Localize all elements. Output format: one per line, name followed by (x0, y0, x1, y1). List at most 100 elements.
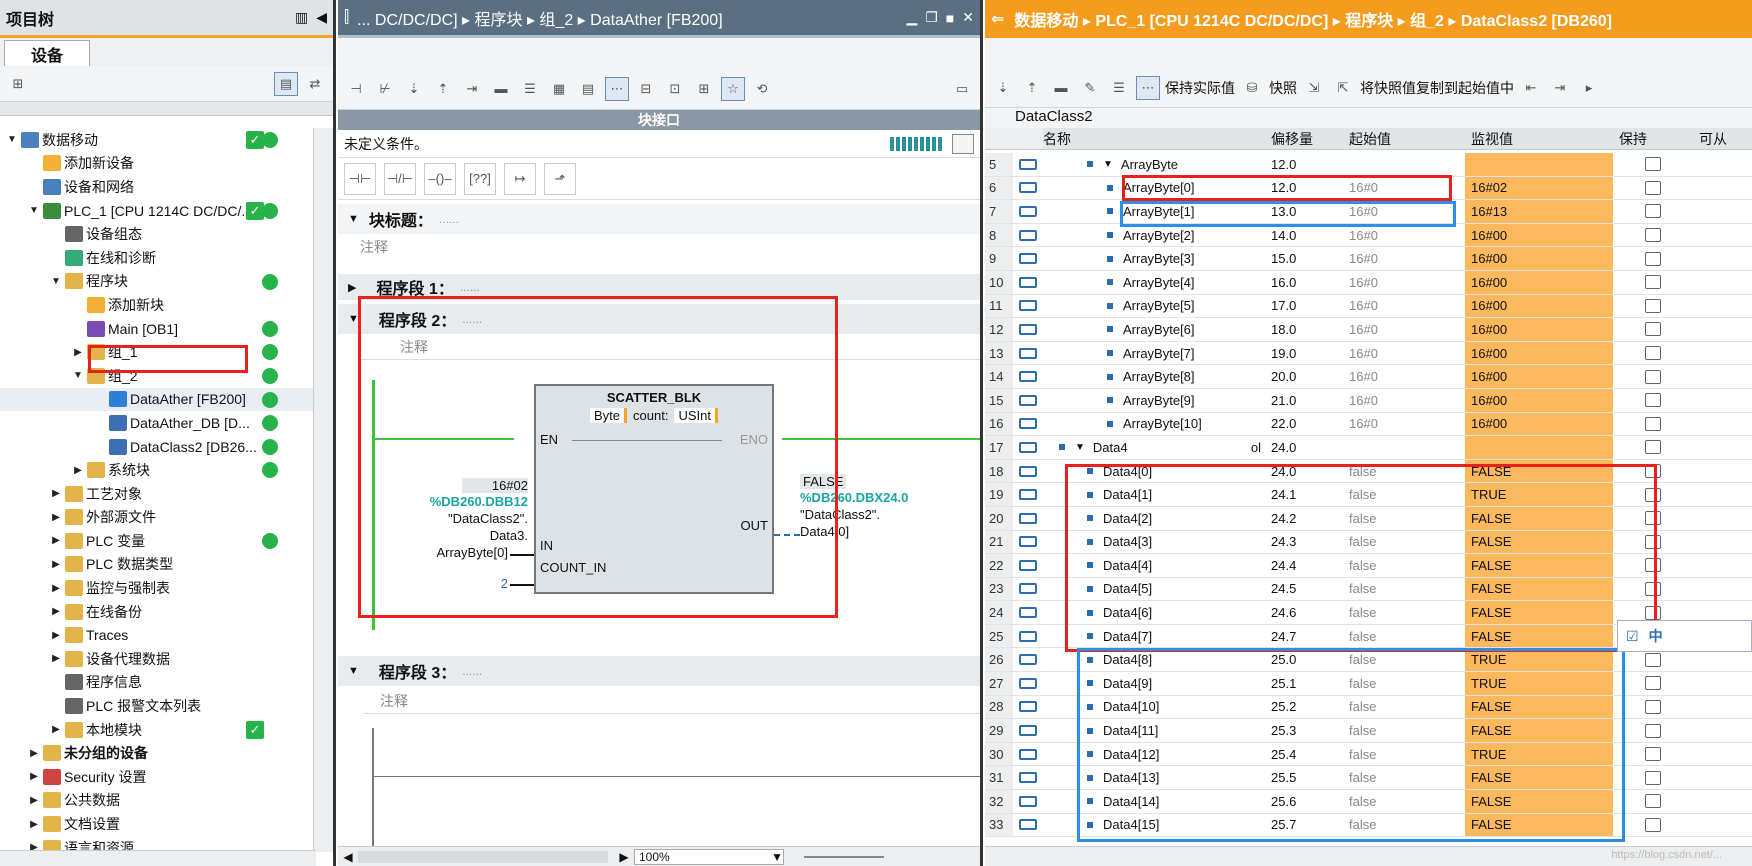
retain-checkbox[interactable] (1645, 747, 1661, 762)
db-load-icon[interactable]: ⇤ (1519, 76, 1543, 100)
tree-expander-icon[interactable]: ▶ (50, 488, 62, 499)
row-start-value[interactable]: 16#0 (1343, 322, 1465, 337)
row-retain-cell[interactable] (1613, 652, 1693, 667)
row-retain-cell[interactable] (1613, 157, 1693, 172)
tree-expander-icon[interactable]: ▶ (50, 559, 62, 570)
row-retain-cell[interactable] (1613, 204, 1693, 219)
tree-item[interactable]: 程序信息 (0, 671, 315, 695)
tree-expander-icon[interactable]: ▼ (6, 134, 18, 145)
keep-actual-button[interactable]: 保持实际值 (1165, 78, 1235, 98)
row-retain-cell[interactable] (1613, 251, 1693, 266)
db-save-icon[interactable]: ⇥ (1548, 76, 1572, 100)
db-bottom-scrollbar[interactable]: https://blog.csdn.net/... (985, 846, 1752, 866)
retain-checkbox[interactable] (1645, 699, 1661, 714)
retain-checkbox[interactable] (1645, 770, 1661, 785)
col-retain[interactable]: 保持 (1613, 129, 1693, 149)
tree-expander-icon[interactable]: ▶ (50, 630, 62, 641)
row-retain-cell[interactable] (1613, 416, 1693, 431)
tree-item[interactable]: ▶ 在线备份 (0, 600, 315, 624)
tree-item[interactable]: ▶ 设备代理数据 (0, 647, 315, 671)
row-start-value[interactable]: 16#0 (1343, 393, 1465, 408)
toolbar-open-icon[interactable]: ⇥ (460, 77, 484, 101)
toolbar-collapse-icon[interactable]: ⊡ (663, 77, 687, 101)
breakpoint-icon[interactable] (952, 134, 974, 154)
tree-item[interactable]: 添加新块 (0, 293, 315, 317)
tree-item[interactable]: ▶ 工艺对象 (0, 482, 315, 506)
copy-snapshot-button[interactable]: 将快照值复制到起始值中 (1360, 78, 1514, 98)
tree-item[interactable]: ▶ 未分组的设备 (0, 741, 315, 765)
row-start-value[interactable]: 16#0 (1343, 416, 1465, 431)
toolbar-expand-icon[interactable]: ⊟ (634, 77, 658, 101)
col-access[interactable]: 可从 (1693, 129, 1743, 149)
db-table-row[interactable]: 9 ArrayByte[3] 15.0 16#0 16#00 (985, 247, 1752, 271)
tree-item[interactable]: 在线和诊断 (0, 246, 315, 270)
db-paste-icon[interactable]: ⇱ (1331, 76, 1355, 100)
tree-vertical-scrollbar[interactable] (313, 128, 333, 852)
row-retain-cell[interactable] (1613, 723, 1693, 738)
network-3-header[interactable]: ▼ 程序段 3： ...... (338, 656, 980, 686)
tree-item[interactable]: ▶ PLC 数据类型 (0, 553, 315, 577)
tree-item[interactable]: ▼ PLC_1 [CPU 1214C DC/DC/... ✓ (0, 199, 315, 223)
row-retain-cell[interactable] (1613, 747, 1693, 762)
db-add-row-icon[interactable]: ⇡ (1020, 76, 1044, 100)
row-retain-cell[interactable] (1613, 440, 1693, 455)
retain-checkbox[interactable] (1645, 794, 1661, 809)
toolbar-monitor-icon[interactable]: ⟲ (750, 77, 774, 101)
retain-checkbox[interactable] (1645, 322, 1661, 337)
retain-checkbox[interactable] (1645, 817, 1661, 832)
col-name[interactable]: 名称 (1043, 129, 1265, 149)
tree-expander-icon[interactable]: ▶ (50, 583, 62, 594)
db-table-row[interactable]: 10 ArrayByte[4] 16.0 16#0 16#00 (985, 270, 1752, 295)
row-name-cell[interactable]: ArrayByte[8] (1043, 365, 1265, 388)
tree-item[interactable]: Main [OB1] (0, 317, 315, 341)
tree-expander-icon[interactable]: ▶ (50, 724, 62, 735)
block-interface-bar[interactable]: 块接口 (338, 110, 980, 130)
retain-checkbox[interactable] (1645, 275, 1661, 290)
row-expander-icon[interactable]: ▼ (1103, 159, 1113, 170)
toolbar-upload-icon[interactable]: ⇡ (431, 77, 455, 101)
db-snapshot-icon[interactable]: ⛁ (1240, 76, 1264, 100)
db-table-row[interactable]: 16 ArrayByte[10] 22.0 16#0 16#00 (985, 412, 1752, 437)
row-retain-cell[interactable] (1613, 794, 1693, 809)
tree-item[interactable]: 设备组态 (0, 222, 315, 246)
toolbar-window-icon[interactable]: ▭ (950, 77, 974, 101)
pin-icon[interactable]: ⫿ (344, 9, 349, 27)
tree-item[interactable]: ▶ Security 设置 (0, 765, 315, 789)
tree-item[interactable]: ▶ 公共数据 (0, 789, 315, 813)
collapse-left-icon[interactable]: ◀ (316, 9, 327, 26)
tree-expander-icon[interactable]: ▶ (28, 819, 40, 830)
tree-expander-icon[interactable]: ▶ (28, 771, 40, 782)
tree-expander-icon[interactable]: ▶ (50, 606, 62, 617)
panel-layout-icon[interactable]: ▥ (295, 9, 308, 26)
col-offset[interactable]: 偏移量 (1265, 129, 1343, 149)
toolbar-align-icon[interactable]: ☰ (518, 77, 542, 101)
tree-item[interactable]: ▶ 外部源文件 (0, 506, 315, 530)
row-start-value[interactable]: 16#0 (1343, 369, 1465, 384)
empty-box-icon[interactable]: [??] (464, 162, 496, 195)
retain-checkbox[interactable] (1645, 369, 1661, 384)
row-retain-cell[interactable] (1613, 369, 1693, 384)
col-start[interactable]: 起始值 (1343, 129, 1465, 149)
row-retain-cell[interactable] (1613, 346, 1693, 361)
row-retain-cell[interactable] (1613, 817, 1693, 832)
row-name-cell[interactable]: ArrayByte[3] (1043, 247, 1265, 270)
row-name-cell[interactable]: ArrayByte[10] (1043, 413, 1265, 436)
row-retain-cell[interactable] (1613, 298, 1693, 313)
scroll-right-icon[interactable]: ▶ (614, 850, 634, 864)
retain-checkbox[interactable] (1645, 157, 1661, 172)
row-retain-cell[interactable] (1613, 275, 1693, 290)
normally-closed-contact-icon[interactable]: ⊣/⊢ (384, 162, 416, 195)
tree-expander-icon[interactable]: ▶ (28, 795, 40, 806)
row-name-cell[interactable]: ▼ ArrayByte (1043, 153, 1265, 176)
row-start-value[interactable]: 16#0 (1343, 298, 1465, 313)
tree-item[interactable]: 设备和网络 (0, 175, 315, 199)
db-window-icon[interactable]: ⇐ (991, 9, 1004, 29)
db-insert-row-icon[interactable]: ⇣ (991, 76, 1015, 100)
snapshot-button[interactable]: 快照 (1269, 78, 1297, 98)
toolbar-download-icon[interactable]: ⇣ (402, 77, 426, 101)
row-start-value[interactable]: 16#0 (1343, 275, 1465, 290)
db-table-row[interactable]: 12 ArrayByte[6] 18.0 16#0 16#00 (985, 318, 1752, 342)
db-table-row[interactable]: 15 ArrayByte[9] 21.0 16#0 16#00 (985, 388, 1752, 413)
tree-expander-icon[interactable]: ▶ (72, 465, 84, 476)
retain-checkbox[interactable] (1645, 652, 1661, 667)
